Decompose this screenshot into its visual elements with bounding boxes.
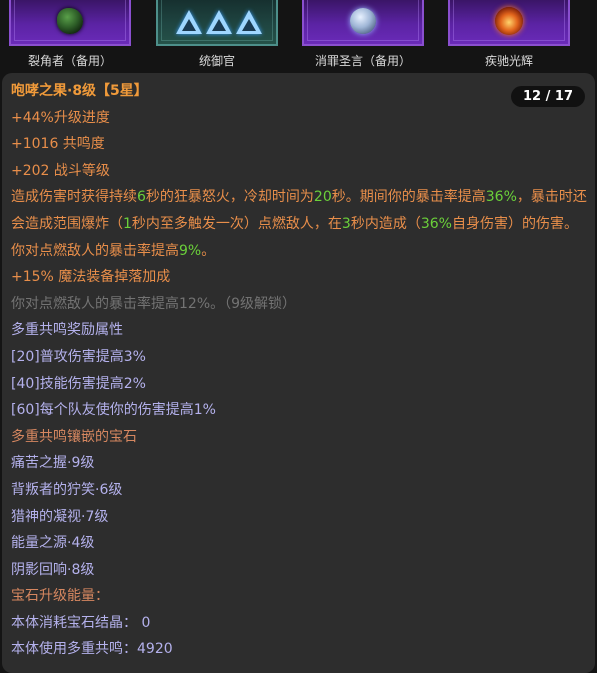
gem-frame xyxy=(156,0,278,46)
stat-label: 升级进度 xyxy=(53,109,110,126)
gem-label: 统御官 xyxy=(198,54,235,68)
desc-number: 1 xyxy=(123,215,132,232)
desc-text: 秒内至多触发一次）点燃敌人，在 xyxy=(131,215,342,232)
gem-label: 消罪圣言（备用） xyxy=(314,54,411,68)
resonance-reward: [60]每个队友使你的伤害提高1% xyxy=(11,402,216,419)
energy-value: 4920 xyxy=(137,641,173,658)
stat-combat-level: +202 战斗等级 xyxy=(11,158,587,185)
upgrade-energy-crystal: 本体消耗宝石结晶： 0 xyxy=(11,610,587,637)
stat-value: +44% xyxy=(11,109,54,126)
resonance-reward: [20]普攻伤害提高3% xyxy=(11,348,146,365)
upgrade-energy-header: 宝石升级能量： xyxy=(11,588,109,605)
stat-value: +202 xyxy=(11,162,50,179)
desc-number: 36% xyxy=(485,189,517,206)
desc-number: 6 xyxy=(137,189,146,206)
desc-text: 秒。期间你的暴击率提高 xyxy=(331,189,486,206)
page-indicator: 12 / 17 xyxy=(511,86,585,107)
energy-label: 本体消耗宝石结晶： xyxy=(11,614,137,631)
gem-slot-2[interactable]: 统御官 xyxy=(156,0,278,69)
locked-bonus: 你对点燃敌人的暴击率提高12%。（9级解锁） xyxy=(11,295,297,312)
gem-strip: 裂角者（备用） 统御官 消罪圣言（备用） 疾驰光辉 xyxy=(0,0,597,72)
stat-label: 魔法装备掉落加成 xyxy=(53,269,171,286)
gem-frame xyxy=(448,0,570,46)
gem-description: 造成伤害时获得持续6秒的狂暴怒火，冷却时间为20秒。期间你的暴击率提高36%，暴… xyxy=(11,184,587,264)
stat-label: 战斗等级 xyxy=(49,162,110,179)
desc-number: 9% xyxy=(179,242,202,259)
gem-frame xyxy=(9,0,131,46)
desc-text: 秒的狂暴怒火，冷却时间为 xyxy=(145,189,314,206)
desc-number: 3 xyxy=(341,215,351,232)
fiery-gem-icon xyxy=(495,7,523,35)
gem-label: 裂角者（备用） xyxy=(27,54,112,68)
upgrade-energy-resonance: 本体使用多重共鸣：4920 xyxy=(11,636,587,663)
resonance-rewards-header: 多重共鸣奖励属性 xyxy=(11,322,123,339)
socketed-gems-header: 多重共鸣镶嵌的宝石 xyxy=(11,428,137,445)
desc-number: 36% xyxy=(420,215,452,232)
white-orb-icon xyxy=(350,8,376,34)
gem-slot-4[interactable]: 疾驰光辉 xyxy=(448,0,570,69)
energy-value: 0 xyxy=(141,614,151,631)
gem-title: 咆哮之果·8级【5星】 xyxy=(11,83,148,99)
stat-upgrade-progress: +44%升级进度 xyxy=(11,105,587,132)
stat-label: 共鸣度 xyxy=(58,136,105,153)
socketed-gem: 猎神的凝视·7级 xyxy=(11,508,109,525)
desc-text: 秒内造成（ xyxy=(350,215,421,232)
stat-value: +15% xyxy=(11,269,54,286)
gem-slot-3[interactable]: 消罪圣言（备用） xyxy=(302,0,424,69)
resonance-reward: [40]技能伤害提高2% xyxy=(11,375,146,392)
desc-text: 。 xyxy=(201,242,216,259)
green-beetle-icon xyxy=(57,8,83,34)
socketed-gem: 痛苦之握·9级 xyxy=(11,455,95,472)
gem-tooltip: 12 / 17 咆哮之果·8级【5星】 +44%升级进度 +1016 共鸣度 +… xyxy=(2,73,595,673)
socketed-gem: 能量之源·4级 xyxy=(11,535,95,552)
socketed-gem: 阴影回响·8级 xyxy=(11,561,95,578)
energy-label: 本体使用多重共鸣： xyxy=(11,641,137,658)
stat-resonance: +1016 共鸣度 xyxy=(11,131,587,158)
desc-number: 20 xyxy=(313,189,332,206)
stat-magic-find: +15% 魔法装备掉落加成 xyxy=(11,264,587,291)
desc-text: 造成伤害时获得持续 xyxy=(11,189,137,206)
socketed-gem: 背叛者的狞笑·6级 xyxy=(11,481,123,498)
stat-value: +1016 xyxy=(11,136,59,153)
gem-frame xyxy=(302,0,424,46)
gem-label: 疾驰光辉 xyxy=(484,54,533,68)
gem-slot-1[interactable]: 裂角者（备用） xyxy=(9,0,131,69)
